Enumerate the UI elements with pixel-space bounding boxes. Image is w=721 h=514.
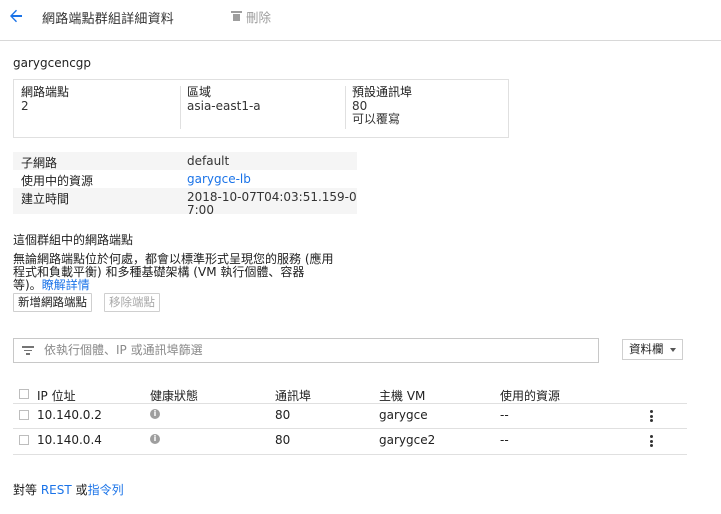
select-all-checkbox[interactable] bbox=[19, 389, 29, 399]
rest-link[interactable]: REST bbox=[41, 483, 72, 497]
zone-value: asia-east1-a bbox=[187, 98, 261, 113]
summary-divider bbox=[180, 86, 181, 129]
table-header: IP 位址 健康狀態 通訊埠 主機 VM 使用的資源 bbox=[13, 385, 687, 403]
filter-icon bbox=[22, 346, 34, 355]
row-checkbox[interactable] bbox=[19, 435, 29, 445]
learn-more-link[interactable]: 瞭解詳情 bbox=[42, 278, 90, 292]
subnet-label: 子網路 bbox=[21, 156, 58, 170]
ip-cell: 10.140.0.4 bbox=[37, 433, 102, 447]
endpoints-value: 2 bbox=[21, 98, 29, 113]
column-header[interactable]: 通訊埠 bbox=[275, 387, 311, 404]
vm-cell: garygce2 bbox=[379, 433, 436, 447]
add-endpoint-button[interactable]: 新增網路端點 bbox=[13, 293, 92, 312]
table-row: 10.140.0.4 i 80 garygce2 -- bbox=[13, 431, 687, 449]
in-use-link[interactable]: garygce-lb bbox=[187, 172, 251, 186]
info-icon[interactable]: i bbox=[150, 434, 160, 444]
more-vert-icon[interactable] bbox=[650, 435, 653, 449]
property-row-in-use: 使用中的資源 garygce-lb bbox=[13, 170, 357, 188]
summary-box bbox=[13, 79, 509, 138]
footer-prefix: 對等 bbox=[13, 483, 38, 497]
property-row-subnet: 子網路 default bbox=[13, 152, 357, 170]
zone-label: 區域 bbox=[187, 85, 212, 99]
summary-endpoints: 網路端點 2 bbox=[21, 85, 70, 113]
endpoints-label: 網路端點 bbox=[21, 85, 70, 99]
remove-endpoint-button[interactable]: 移除端點 bbox=[104, 293, 160, 312]
columns-button[interactable]: 資料欄 bbox=[622, 339, 683, 360]
ip-cell: 10.140.0.2 bbox=[37, 408, 102, 422]
created-value: 2018-10-07T04:03:51.159-07:00 bbox=[187, 190, 357, 217]
port-label: 預設通訊埠 bbox=[352, 85, 413, 99]
column-header[interactable]: 主機 VM bbox=[379, 387, 425, 404]
divider bbox=[13, 428, 687, 429]
row-checkbox[interactable] bbox=[19, 410, 29, 420]
section-description: 無論網路端點位於何處，都會以標準形式呈現您的服務 (應用 程式和負載平衡) 和多… bbox=[13, 253, 343, 292]
page-title: 網路端點群組詳細資料 bbox=[42, 12, 175, 27]
resource-cell: -- bbox=[500, 433, 509, 447]
in-use-label: 使用中的資源 bbox=[21, 174, 94, 188]
table-row: 10.140.0.2 i 80 garygce -- bbox=[13, 406, 687, 424]
column-header[interactable]: 健康狀態 bbox=[150, 387, 198, 404]
description-line: 等)。 bbox=[13, 278, 42, 292]
command-line-link[interactable]: 指令列 bbox=[88, 483, 124, 497]
summary-port: 預設通訊埠 80 可以覆寫 bbox=[352, 85, 413, 127]
column-header[interactable]: 使用的資源 bbox=[500, 387, 560, 404]
filter-input[interactable] bbox=[44, 341, 584, 359]
section-title: 這個群組中的網路端點 bbox=[13, 233, 134, 247]
back-arrow-icon[interactable] bbox=[8, 5, 26, 27]
footer-equivalent: 對等 REST 或指令列 bbox=[13, 481, 124, 498]
summary-divider bbox=[345, 86, 346, 129]
delete-button[interactable]: 刪除 bbox=[231, 6, 272, 26]
info-icon[interactable]: i bbox=[150, 409, 160, 419]
footer-or: 或 bbox=[75, 483, 88, 497]
group-name: garygcencgp bbox=[13, 56, 92, 70]
divider bbox=[13, 454, 687, 455]
created-label: 建立時間 bbox=[21, 192, 70, 206]
column-header[interactable]: IP 位址 bbox=[37, 387, 76, 404]
trash-icon bbox=[231, 11, 242, 21]
summary-zone: 區域 asia-east1-a bbox=[187, 85, 261, 113]
more-vert-icon[interactable] bbox=[650, 410, 653, 424]
port-value: 80 bbox=[352, 98, 368, 113]
subnet-value: default bbox=[187, 154, 230, 168]
vm-cell: garygce bbox=[379, 408, 428, 422]
resource-cell: -- bbox=[500, 408, 509, 422]
property-row-created: 建立時間 2018-10-07T04:03:51.159-07:00 bbox=[13, 188, 357, 217]
port-note: 可以覆寫 bbox=[352, 112, 401, 126]
port-cell: 80 bbox=[275, 408, 291, 422]
port-cell: 80 bbox=[275, 433, 291, 447]
columns-label: 資料欄 bbox=[629, 342, 664, 356]
chevron-down-icon bbox=[669, 347, 676, 352]
delete-label: 刪除 bbox=[246, 9, 272, 25]
divider bbox=[13, 403, 687, 404]
